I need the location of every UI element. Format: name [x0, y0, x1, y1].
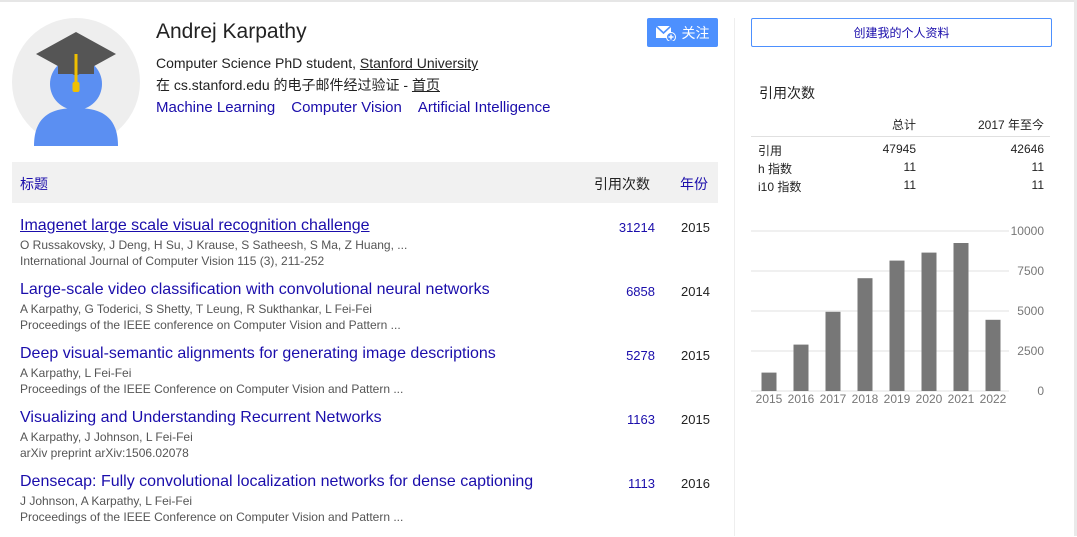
paper-authors: A Karpathy, G Toderici, S Shetty, T Leun…: [20, 302, 372, 316]
paper-venue: arXiv preprint arXiv:1506.02078: [20, 446, 189, 460]
cites-link[interactable]: 1113: [628, 476, 655, 491]
chart-bar[interactable]: [761, 372, 777, 391]
interests: Machine Learning Computer Vision Artificia…: [156, 99, 566, 116]
paper-year: 2014: [681, 284, 710, 299]
stats-since: 42646: [1010, 142, 1044, 156]
stats-col-all: 总计: [891, 118, 916, 132]
paper-authors: J Johnson, A Karpathy, L Fei-Fei: [20, 494, 193, 508]
create-profile-button[interactable]: 创建我的个人资料: [751, 18, 1052, 47]
paper-venue: International Journal of Computer Vision…: [20, 254, 325, 268]
sort-by-year[interactable]: 年份: [680, 174, 708, 194]
cites-link[interactable]: 6858: [626, 284, 655, 299]
paper-venue: Proceedings of the IEEE Conference on Co…: [20, 382, 404, 396]
verified-text: 在 cs.stanford.edu 的电子邮件经过验证 -: [156, 77, 412, 93]
stats-title: 引用次数: [759, 85, 815, 101]
panel-divider: [734, 18, 735, 536]
stats-label: 引用: [758, 144, 783, 158]
paper-year: 2016: [681, 476, 710, 491]
sort-by-title[interactable]: 标题: [20, 174, 48, 194]
cites-link[interactable]: 1163: [627, 412, 655, 427]
paper-title-link[interactable]: Visualizing and Understanding Recurrent …: [20, 409, 382, 427]
paper-title-link[interactable]: Densecap: Fully convolutional localizati…: [20, 473, 533, 491]
affiliation-text: Computer Science PhD student,: [156, 55, 360, 71]
paper-year: 2015: [681, 412, 710, 427]
stats-header: 总计 2017 年至今: [751, 114, 1050, 137]
chart-bar[interactable]: [825, 311, 841, 391]
table-row: Imagenet large scale visual recognition …: [12, 217, 718, 281]
y-tick-label: 0: [1037, 384, 1044, 398]
follow-button[interactable]: 关注: [647, 18, 718, 47]
stats-col-since: 2017 年至今: [977, 118, 1044, 132]
y-tick-label: 7500: [1017, 264, 1044, 278]
paper-authors: O Russakovsky, J Deng, H Su, J Krause, S…: [20, 238, 408, 252]
x-tick-label: 2022: [980, 392, 1007, 406]
paper-venue: Proceedings of the IEEE conference on Co…: [20, 318, 401, 332]
graduate-avatar-icon: [12, 18, 140, 146]
homepage-link[interactable]: 首页: [412, 77, 440, 93]
affiliation-link[interactable]: Stanford University: [360, 55, 478, 71]
chart-bar[interactable]: [953, 243, 969, 391]
stats-row: h 指数 11 11: [751, 160, 1050, 178]
paper-authors: A Karpathy, L Fei-Fei: [20, 366, 132, 380]
paper-year: 2015: [681, 348, 710, 363]
paper-authors: A Karpathy, J Johnson, L Fei-Fei: [20, 430, 193, 444]
follow-label: 关注: [681, 24, 710, 41]
citations-bar-chart: 10000 7500 5000 2500 0 2015 2016 2017 2018 2019 20…: [751, 224, 1045, 406]
table-row: Visualizing and Understanding Recurrent …: [12, 409, 718, 473]
table-row: Deep visual-semantic alignments for gene…: [12, 345, 718, 409]
table-header: 标题 引用次数 年份: [12, 162, 718, 203]
paper-year: 2015: [681, 220, 710, 235]
stats-label: i10 指数: [758, 180, 802, 194]
x-tick-label: 2019: [884, 392, 911, 406]
chart-bar[interactable]: [857, 278, 873, 391]
x-tick-label: 2017: [820, 392, 847, 406]
x-tick-label: 2015: [756, 392, 783, 406]
chart-bar[interactable]: [889, 260, 905, 391]
paper-venue: Proceedings of the IEEE Conference on Co…: [20, 510, 404, 524]
chart-bar[interactable]: [793, 344, 809, 391]
profile-name: Andrej Karpathy: [156, 20, 307, 43]
stats-since: 11: [1031, 160, 1044, 174]
x-tick-label: 2020: [916, 392, 943, 406]
x-tick-label: 2018: [852, 392, 879, 406]
stats-since: 11: [1031, 178, 1044, 192]
interest-link[interactable]: Machine Learning: [156, 99, 275, 116]
y-tick-label: 10000: [1011, 224, 1045, 238]
cites-link[interactable]: 5278: [626, 348, 655, 363]
cites-header: 引用次数: [594, 176, 650, 192]
table-row: Densecap: Fully convolutional localizati…: [12, 473, 718, 537]
interest-link[interactable]: Computer Vision: [291, 99, 402, 116]
stats-row: i10 指数 11 11: [751, 178, 1050, 196]
stats-all: 11: [903, 160, 916, 174]
cites-link[interactable]: 31214: [619, 220, 655, 235]
stats-all: 11: [903, 178, 916, 192]
affiliation: Computer Science PhD student, Stanford U…: [156, 55, 478, 71]
table-row: Large-scale video classification with co…: [12, 281, 718, 345]
paper-title-link[interactable]: Imagenet large scale visual recognition …: [20, 217, 370, 235]
top-border: [0, 0, 1077, 2]
x-tick-label: 2016: [788, 392, 815, 406]
y-tick-label: 2500: [1017, 344, 1044, 358]
stats-all: 47945: [882, 142, 916, 156]
verified-email: 在 cs.stanford.edu 的电子邮件经过验证 - 首页: [156, 75, 440, 95]
chart-bar[interactable]: [921, 252, 937, 391]
x-tick-label: 2021: [948, 392, 975, 406]
stats-label: h 指数: [758, 162, 793, 176]
interest-link[interactable]: Artificial Intelligence: [418, 99, 551, 116]
mail-plus-icon: [655, 24, 676, 41]
chart-bar[interactable]: [985, 319, 1001, 391]
y-tick-label: 5000: [1017, 304, 1044, 318]
paper-title-link[interactable]: Large-scale video classification with co…: [20, 281, 490, 299]
paper-title-link[interactable]: Deep visual-semantic alignments for gene…: [20, 345, 496, 363]
stats-row: 引用 47945 42646: [751, 142, 1050, 160]
